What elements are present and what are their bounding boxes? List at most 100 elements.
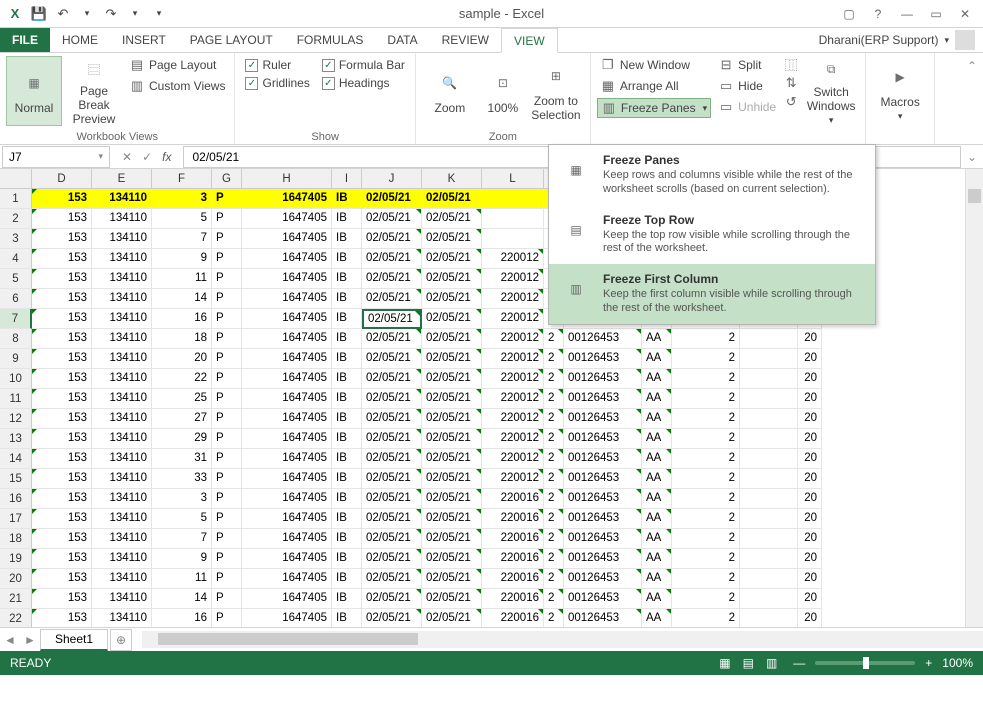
redo-dropdown-icon[interactable]: ▾ — [126, 5, 144, 23]
name-box[interactable]: J7▾ — [2, 146, 110, 168]
cell-K7[interactable]: 02/05/21 — [422, 309, 482, 329]
cell-L22[interactable]: 220016 — [482, 609, 544, 627]
view-page-break-icon[interactable]: ▥ — [766, 656, 777, 670]
cell-P18[interactable]: 2 — [672, 529, 740, 549]
cell-M21[interactable]: 2 — [544, 589, 564, 609]
cell-D9[interactable]: 153 — [32, 349, 92, 369]
scrollbar-thumb[interactable] — [158, 633, 418, 645]
minimize-icon[interactable]: — — [893, 4, 921, 24]
cell-E22[interactable]: 134110 — [92, 609, 152, 627]
cell-J11[interactable]: 02/05/21 — [362, 389, 422, 409]
cell-G2[interactable]: P — [212, 209, 242, 229]
cell-I6[interactable]: IB — [332, 289, 362, 309]
cell-H11[interactable]: 1647405 — [242, 389, 332, 409]
cell-F7[interactable]: 16 — [152, 309, 212, 329]
cell-G12[interactable]: P — [212, 409, 242, 429]
cell-D17[interactable]: 153 — [32, 509, 92, 529]
cell-E1[interactable]: 134110 — [92, 189, 152, 209]
cell-M16[interactable]: 2 — [544, 489, 564, 509]
horizontal-scrollbar[interactable] — [142, 631, 983, 648]
cell-Q15[interactable] — [740, 469, 798, 489]
cell-I2[interactable]: IB — [332, 209, 362, 229]
cell-D15[interactable]: 153 — [32, 469, 92, 489]
cell-L11[interactable]: 220012 — [482, 389, 544, 409]
cell-F21[interactable]: 14 — [152, 589, 212, 609]
cell-L8[interactable]: 220012 — [482, 329, 544, 349]
cell-K15[interactable]: 02/05/21 — [422, 469, 482, 489]
cell-O14[interactable]: AA — [642, 449, 672, 469]
cell-I21[interactable]: IB — [332, 589, 362, 609]
cell-M11[interactable]: 2 — [544, 389, 564, 409]
cell-K4[interactable]: 02/05/21 — [422, 249, 482, 269]
tab-review[interactable]: REVIEW — [430, 28, 501, 52]
cell-J13[interactable]: 02/05/21 — [362, 429, 422, 449]
cell-D1[interactable]: 153 — [32, 189, 92, 209]
cell-I20[interactable]: IB — [332, 569, 362, 589]
cell-G5[interactable]: P — [212, 269, 242, 289]
row-header-9[interactable]: 9 — [0, 349, 32, 369]
save-icon[interactable]: 💾 — [30, 5, 48, 23]
cell-H17[interactable]: 1647405 — [242, 509, 332, 529]
cell-K8[interactable]: 02/05/21 — [422, 329, 482, 349]
cell-K16[interactable]: 02/05/21 — [422, 489, 482, 509]
cell-I9[interactable]: IB — [332, 349, 362, 369]
cell-F13[interactable]: 29 — [152, 429, 212, 449]
cell-G9[interactable]: P — [212, 349, 242, 369]
cell-F16[interactable]: 3 — [152, 489, 212, 509]
cell-H22[interactable]: 1647405 — [242, 609, 332, 627]
add-sheet-button[interactable]: ⊕ — [110, 629, 132, 651]
reset-window-icon[interactable]: ↺ — [783, 94, 799, 110]
cell-I18[interactable]: IB — [332, 529, 362, 549]
cell-M9[interactable]: 2 — [544, 349, 564, 369]
cell-K14[interactable]: 02/05/21 — [422, 449, 482, 469]
cell-O12[interactable]: AA — [642, 409, 672, 429]
cell-L19[interactable]: 220016 — [482, 549, 544, 569]
headings-checkbox[interactable]: ✓Headings — [322, 76, 405, 90]
column-header-D[interactable]: D — [32, 169, 92, 189]
freeze-panes-button[interactable]: ▥Freeze Panes▾ — [597, 98, 711, 118]
cell-D6[interactable]: 153 — [32, 289, 92, 309]
zoom-to-selection-button[interactable]: ⊞Zoom to Selection — [528, 56, 584, 126]
cell-K12[interactable]: 02/05/21 — [422, 409, 482, 429]
cell-L2[interactable] — [482, 209, 544, 229]
cell-D5[interactable]: 153 — [32, 269, 92, 289]
cell-P22[interactable]: 2 — [672, 609, 740, 627]
cell-D4[interactable]: 153 — [32, 249, 92, 269]
scrollbar-thumb[interactable] — [968, 189, 981, 203]
cell-L7[interactable]: 220012 — [482, 309, 544, 329]
cell-I8[interactable]: IB — [332, 329, 362, 349]
cell-O11[interactable]: AA — [642, 389, 672, 409]
cell-M13[interactable]: 2 — [544, 429, 564, 449]
cell-F4[interactable]: 9 — [152, 249, 212, 269]
maximize-icon[interactable]: ▭ — [922, 4, 950, 24]
freeze-panes-option[interactable]: ▦ Freeze Panes Keep rows and columns vis… — [549, 145, 875, 205]
column-header-E[interactable]: E — [92, 169, 152, 189]
zoom-in-icon[interactable]: + — [925, 656, 932, 670]
cell-K1[interactable]: 02/05/21 — [422, 189, 482, 209]
cell-G3[interactable]: P — [212, 229, 242, 249]
view-side-by-side-icon[interactable]: ⿲ — [783, 56, 799, 72]
cell-R11[interactable]: 20 — [798, 389, 822, 409]
avatar[interactable] — [955, 30, 975, 50]
cell-G11[interactable]: P — [212, 389, 242, 409]
vertical-scrollbar[interactable] — [965, 169, 983, 627]
cell-I13[interactable]: IB — [332, 429, 362, 449]
view-normal-icon[interactable]: ▦ — [719, 656, 730, 670]
cell-H1[interactable]: 1647405 — [242, 189, 332, 209]
cell-L20[interactable]: 220016 — [482, 569, 544, 589]
cell-F10[interactable]: 22 — [152, 369, 212, 389]
cell-E9[interactable]: 134110 — [92, 349, 152, 369]
cell-K21[interactable]: 02/05/21 — [422, 589, 482, 609]
cell-J5[interactable]: 02/05/21 — [362, 269, 422, 289]
cell-F1[interactable]: 3 — [152, 189, 212, 209]
cell-D3[interactable]: 153 — [32, 229, 92, 249]
cell-G17[interactable]: P — [212, 509, 242, 529]
qat-customize-icon[interactable]: ▾ — [150, 5, 168, 23]
cell-M17[interactable]: 2 — [544, 509, 564, 529]
cell-M19[interactable]: 2 — [544, 549, 564, 569]
cell-Q21[interactable] — [740, 589, 798, 609]
cell-E10[interactable]: 134110 — [92, 369, 152, 389]
cell-L1[interactable] — [482, 189, 544, 209]
row-header-7[interactable]: 7 — [0, 309, 32, 329]
cell-N13[interactable]: 00126453 — [564, 429, 642, 449]
